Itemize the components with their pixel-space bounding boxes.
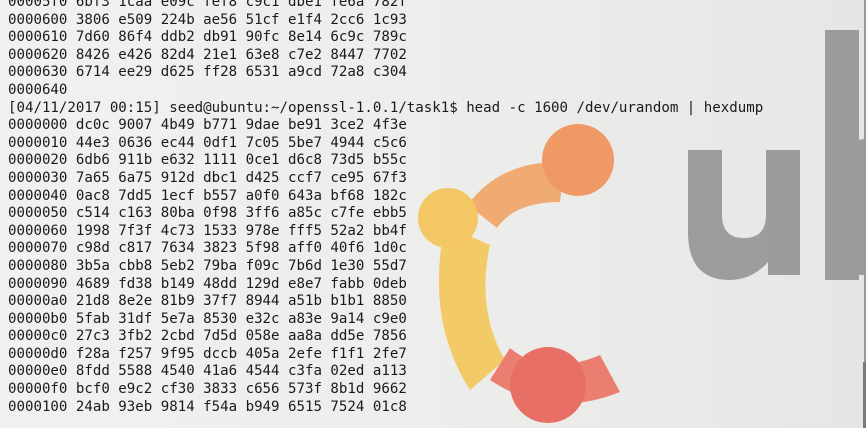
- terminal-output[interactable]: 00005f0 6bf3 1caa e09c fef8 c9c1 dbe1 fe…: [0, 0, 866, 428]
- terminal-line: 0000070 c98d c817 7634 3823 5f98 aff0 40…: [8, 240, 407, 257]
- terminal-line: 0000040 0ac8 7dd5 1ecf b557 a0f0 643a bf…: [8, 187, 407, 204]
- terminal-line: 00000b0 5fab 31df 5e7a 8530 e32c a83e 9a…: [8, 310, 407, 327]
- terminal-prompt-line: [04/11/2017 00:15] seed@ubuntu:~/openssl…: [8, 99, 764, 116]
- terminal-line: 00005f0 6bf3 1caa e09c fef8 c9c1 dbe1 fe…: [8, 0, 407, 10]
- terminal-line: 0000630 6714 ee29 d625 ff28 6531 a9cd 72…: [8, 64, 407, 81]
- terminal-line: 0000090 4689 fd38 b149 48dd 129d e8e7 fa…: [8, 275, 407, 292]
- terminal-line: 00000d0 f28a f257 9f95 dccb 405a 2efe f1…: [8, 345, 407, 362]
- terminal-line: 00000a0 21d8 8e2e 81b9 37f7 8944 a51b b1…: [8, 293, 407, 310]
- terminal-line: 00000c0 27c3 3fb2 2cbd 7d5d 058e aa8a dd…: [8, 328, 407, 345]
- terminal-line: 0000600 3806 e509 224b ae56 51cf e1f4 2c…: [8, 11, 407, 28]
- terminal-line: 0000610 7d60 86f4 ddb2 db91 90fc 8e14 6c…: [8, 29, 407, 46]
- terminal-line: 0000620 8426 e426 82d4 21e1 63e8 c7e2 84…: [8, 46, 407, 63]
- terminal-line: 0000080 3b5a cbb8 5eb2 79ba f09c 7b6d 1e…: [8, 257, 407, 274]
- terminal-line: 0000020 6db6 911b e632 1111 0ce1 d6c8 73…: [8, 152, 407, 169]
- terminal-line: 0000000 dc0c 9007 4b49 b771 9dae be91 3c…: [8, 117, 407, 134]
- terminal-line: 00000e0 8fdd 5588 4540 41a6 4544 c3fa 02…: [8, 363, 407, 380]
- terminal-line: 0000100 24ab 93eb 9814 f54a b949 6515 75…: [8, 398, 407, 415]
- terminal-line: 0000030 7a65 6a75 912d dbc1 d425 ccf7 ce…: [8, 169, 407, 186]
- terminal-line: 0000060 1998 7f3f 4c73 1533 978e fff5 52…: [8, 222, 407, 239]
- terminal-line: 0000010 44e3 0636 ec44 0df1 7c05 5be7 49…: [8, 134, 407, 151]
- terminal-line: 00000f0 bcf0 e9c2 cf30 3833 c656 573f 8b…: [8, 381, 407, 398]
- terminal-line: 0000050 c514 c163 80ba 0f98 3ff6 a85c c7…: [8, 205, 407, 222]
- terminal-line: 0000640: [8, 81, 68, 98]
